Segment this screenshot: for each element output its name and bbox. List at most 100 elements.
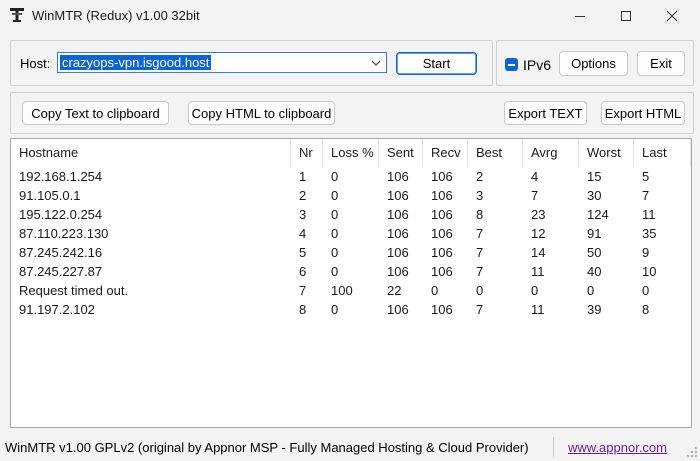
host-combobox[interactable]: crazyops-vpn.isgood.host [57, 52, 387, 73]
title-bar[interactable]: WinMTR (Redux) v1.00 32bit [0, 0, 700, 32]
cell-hostname: 91.105.0.1 [19, 188, 81, 203]
cell-loss: 0 [331, 188, 339, 203]
cell-recv: 106 [431, 226, 453, 241]
column-header-recv[interactable]: Recv [423, 139, 468, 167]
minimize-button[interactable] [557, 0, 603, 32]
cell-nr: 3 [299, 207, 307, 222]
table-row[interactable]: 91.197.2.102 8 0 106 106 7 11 39 8 [11, 300, 691, 319]
chevron-down-icon[interactable] [370, 57, 382, 69]
cell-hostname: 87.245.242.16 [19, 245, 103, 260]
cell-best: 2 [476, 169, 484, 184]
cell-best: 8 [476, 207, 484, 222]
cell-loss: 0 [331, 245, 339, 260]
cell-avrg: 4 [531, 169, 539, 184]
export-html-button[interactable]: Export HTML [601, 101, 685, 125]
cell-avrg: 7 [531, 188, 539, 203]
close-icon [666, 9, 678, 24]
column-header-avrg[interactable]: Avrg [523, 139, 579, 167]
cell-loss: 0 [331, 169, 339, 184]
cell-recv: 106 [431, 169, 453, 184]
cell-hostname: 91.197.2.102 [19, 302, 95, 317]
cell-avrg: 23 [531, 207, 546, 222]
cell-best: 0 [476, 283, 484, 298]
options-button[interactable]: Options [559, 51, 628, 76]
ipv6-label[interactable]: IPv6 [523, 57, 551, 73]
cell-last: 10 [642, 264, 657, 279]
cell-worst: 91 [587, 226, 602, 241]
cell-nr: 8 [299, 302, 307, 317]
column-header-loss[interactable]: Loss % [323, 139, 379, 167]
winmtr-window: WinMTR (Redux) v1.00 32bit Host: crazyop… [0, 0, 700, 460]
export-text-button[interactable]: Export TEXT [504, 101, 587, 125]
column-header-worst[interactable]: Worst [579, 139, 634, 167]
cell-nr: 6 [299, 264, 307, 279]
table-row[interactable]: 192.168.1.254 1 0 106 106 2 4 15 5 [11, 167, 691, 186]
window-title: WinMTR (Redux) v1.00 32bit [32, 8, 200, 23]
cell-loss: 0 [331, 264, 339, 279]
copy-html-button[interactable]: Copy HTML to clipboard [188, 101, 335, 125]
cell-last: 5 [642, 169, 650, 184]
cell-worst: 30 [587, 188, 602, 203]
status-divider [553, 437, 554, 457]
cell-best: 7 [476, 245, 484, 260]
table-row[interactable]: Request timed out. 7 100 22 0 0 0 0 0 [11, 281, 691, 300]
cell-best: 3 [476, 188, 484, 203]
column-header-sent[interactable]: Sent [379, 139, 423, 167]
cell-avrg: 14 [531, 245, 546, 260]
cell-loss: 0 [331, 226, 339, 241]
cell-recv: 106 [431, 188, 453, 203]
cell-best: 7 [476, 226, 484, 241]
cell-recv: 0 [431, 283, 439, 298]
cell-avrg: 12 [531, 226, 546, 241]
cell-sent: 106 [387, 302, 409, 317]
cell-nr: 2 [299, 188, 307, 203]
cell-best: 7 [476, 302, 484, 317]
cell-worst: 0 [587, 283, 595, 298]
cell-hostname: 192.168.1.254 [19, 169, 103, 184]
column-header-hostname[interactable]: Hostname [11, 139, 291, 167]
cell-avrg: 0 [531, 283, 539, 298]
maximize-button[interactable] [603, 0, 649, 32]
resize-grip-icon[interactable] [686, 446, 698, 458]
cell-last: 8 [642, 302, 650, 317]
cell-sent: 106 [387, 226, 409, 241]
table-row[interactable]: 87.245.242.16 5 0 106 106 7 14 50 9 [11, 243, 691, 262]
cell-recv: 106 [431, 207, 453, 222]
maximize-icon [621, 9, 631, 24]
close-button[interactable] [649, 0, 695, 32]
cell-best: 7 [476, 264, 484, 279]
cell-worst: 15 [587, 169, 602, 184]
cell-avrg: 11 [531, 264, 545, 279]
cell-sent: 106 [387, 188, 409, 203]
exit-button[interactable]: Exit [637, 51, 685, 76]
table-row[interactable]: 195.122.0.254 3 0 106 106 8 23 124 11 [11, 205, 691, 224]
cell-worst: 50 [587, 245, 602, 260]
cell-nr: 7 [299, 283, 307, 298]
cell-nr: 5 [299, 245, 307, 260]
cell-hostname: 195.122.0.254 [19, 207, 103, 222]
copy-text-button[interactable]: Copy Text to clipboard [22, 101, 169, 125]
ipv6-checkbox[interactable] [505, 58, 518, 71]
start-button[interactable]: Start [396, 52, 477, 75]
cell-hostname: 87.245.227.87 [19, 264, 103, 279]
status-text: WinMTR v1.00 GPLv2 (original by Appnor M… [5, 440, 529, 455]
column-header-last[interactable]: Last [634, 139, 691, 167]
cell-last: 11 [642, 207, 656, 222]
cell-sent: 106 [387, 264, 409, 279]
cell-last: 7 [642, 188, 650, 203]
cell-sent: 22 [387, 283, 402, 298]
appnor-link[interactable]: www.appnor.com [568, 440, 667, 455]
column-header-nr[interactable]: Nr [291, 139, 323, 167]
cell-loss: 100 [331, 283, 353, 298]
column-header-best[interactable]: Best [468, 139, 523, 167]
cell-last: 9 [642, 245, 650, 260]
table-row[interactable]: 87.245.227.87 6 0 106 106 7 11 40 10 [11, 262, 691, 281]
host-input[interactable]: crazyops-vpn.isgood.host [60, 55, 212, 70]
host-label: Host: [20, 56, 51, 71]
results-listview[interactable]: Hostname Nr Loss % Sent Recv Best Avrg W… [10, 138, 692, 428]
table-row[interactable]: 87.110.223.130 4 0 106 106 7 12 91 35 [11, 224, 691, 243]
cell-hostname: 87.110.223.130 [19, 226, 109, 241]
cell-sent: 106 [387, 207, 409, 222]
cell-avrg: 11 [531, 302, 545, 317]
table-row[interactable]: 91.105.0.1 2 0 106 106 3 7 30 7 [11, 186, 691, 205]
